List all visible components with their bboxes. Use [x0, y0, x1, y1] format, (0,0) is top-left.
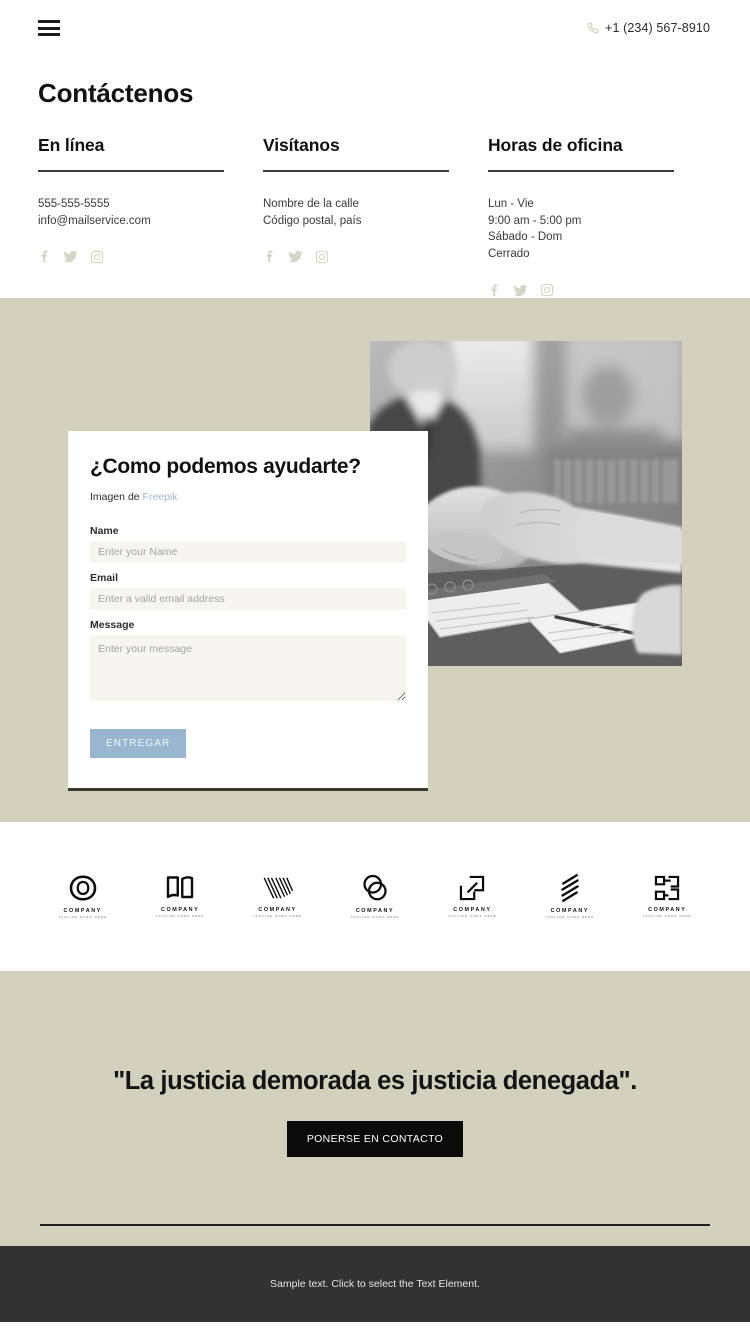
logo-company-name: COMPANY [160, 906, 200, 913]
contact-section: Contáctenos En línea 555-555-5555 info@m… [0, 56, 750, 298]
freepik-link[interactable]: Freepik [143, 491, 178, 503]
form-title: ¿Como podemos ayudarte? [90, 454, 361, 478]
logo-company-name: COMPANY [453, 906, 492, 913]
header-phone-number: +1 (234) 567-8910 [605, 21, 710, 35]
column-lines: Nombre de la calle Código postal, país [263, 196, 449, 229]
hamburger-line [38, 26, 60, 30]
field-message: Message [90, 619, 406, 706]
contact-line: Lun - Vie [488, 198, 534, 210]
contact-line: Nombre de la calle [263, 198, 359, 210]
striped-chevron-logo-icon [262, 874, 294, 902]
nested-squares-logo-icon [458, 874, 486, 902]
name-input[interactable] [90, 541, 406, 564]
contact-column-hours: Horas de oficina Lun - Vie 9:00 am - 5:0… [488, 135, 712, 298]
facebook-icon[interactable] [38, 249, 51, 264]
logo-tagline: TAGLINE GOES HERE [350, 915, 400, 920]
hamburger-line [38, 20, 60, 23]
twitter-icon[interactable] [513, 283, 528, 298]
page-root: +1 (234) 567-8910 Contáctenos En línea 5… [0, 0, 750, 1322]
facebook-icon[interactable] [263, 249, 276, 264]
email-label: Email [90, 572, 119, 585]
instagram-icon[interactable] [315, 250, 329, 264]
contact-form-card: ¿Como podemos ayudarte? Imagen de Freepi… [68, 430, 428, 792]
logo-company-name: COMPANY [355, 907, 395, 914]
contact-line: 555-555-5555 [38, 198, 110, 210]
contact-line: Cerrado [488, 248, 530, 261]
column-title: En línea [38, 135, 105, 155]
page-title: Contáctenos [38, 78, 194, 108]
title-underline [38, 170, 224, 172]
logo-item[interactable]: COMPANY TAGLINE GOES HERE [34, 873, 131, 920]
split-block-logo-icon [653, 874, 681, 902]
column-lines: Lun - Vie 9:00 am - 5:00 pm Sábado - Dom… [488, 196, 674, 263]
name-label: Name [90, 525, 119, 538]
field-email: Email [90, 572, 406, 611]
instagram-icon[interactable] [90, 250, 104, 264]
title-underline [263, 170, 449, 172]
contact-line: info@mailservice.com [38, 214, 151, 227]
logo-company-name: COMPANY [63, 907, 102, 914]
footer-sample-text[interactable]: Sample text. Click to select the Text El… [270, 1278, 480, 1290]
logo-company-name: COMPANY [648, 906, 687, 913]
contact-line: 9:00 am - 5:00 pm [488, 214, 582, 227]
contact-line: Código postal, país [263, 214, 362, 227]
column-title: Horas de oficina [488, 135, 623, 155]
get-in-touch-button[interactable]: PONERSE EN CONTACTO [286, 1120, 464, 1157]
logo-tagline: TAGLINE GOES HERE [253, 914, 302, 919]
logo-item[interactable]: COMPANY TAGLINE GOES HERE [424, 874, 521, 919]
submit-button[interactable]: ENTREGAR [90, 729, 187, 759]
logo-tagline: TAGLINE GOES HERE [155, 914, 205, 919]
logo-company-name: COMPANY [550, 907, 590, 914]
logo-tagline: TAGLINE GOES HERE [447, 914, 497, 919]
field-name: Name [90, 525, 406, 564]
contact-column-online: En línea 555-555-5555 info@mailservice.c… [38, 135, 262, 298]
logo-tagline: TAGLINE GOES HERE [545, 915, 595, 920]
logo-tagline: TAGLINE GOES HERE [642, 914, 692, 919]
twitter-icon[interactable] [63, 249, 78, 264]
message-textarea[interactable] [90, 635, 406, 702]
logo-item[interactable]: COMPANY TAGLINE GOES HERE [229, 874, 326, 919]
social-links [263, 249, 449, 264]
column-title: Visítanos [263, 135, 340, 155]
site-footer: Sample text. Click to select the Text El… [0, 1245, 750, 1322]
hamburger-menu-icon[interactable] [38, 20, 60, 36]
hamburger-line [38, 33, 60, 36]
logo-item[interactable]: COMPANY TAGLINE GOES HERE [619, 874, 716, 919]
attribution-prefix: Imagen de [90, 491, 140, 504]
social-links [488, 283, 674, 298]
client-logos-strip: COMPANY TAGLINE GOES HERE COMPANY TAGLIN… [0, 821, 750, 971]
social-links [38, 249, 224, 264]
message-label: Message [90, 619, 135, 632]
email-input[interactable] [90, 588, 406, 611]
instagram-icon[interactable] [540, 283, 554, 297]
section-divider [40, 1223, 710, 1226]
contact-line: Sábado - Dom [488, 231, 563, 244]
quote-section: "La justicia demorada es justicia denega… [0, 970, 750, 1246]
logo-item[interactable]: COMPANY TAGLINE GOES HERE [131, 874, 228, 919]
logo-tagline: TAGLINE GOES HERE [58, 915, 108, 920]
logo-item[interactable]: COMPANY TAGLINE GOES HERE [521, 873, 618, 920]
logo-item[interactable]: COMPANY TAGLINE GOES HERE [326, 873, 423, 920]
hero-section: ¿Como podemos ayudarte? Imagen de Freepi… [0, 297, 750, 822]
contact-columns: En línea 555-555-5555 info@mailservice.c… [38, 135, 712, 298]
header-phone-link[interactable]: +1 (234) 567-8910 [587, 21, 710, 35]
site-header: +1 (234) 567-8910 [0, 0, 750, 56]
phone-icon [587, 22, 599, 34]
image-attribution: Imagen de Freepik [90, 491, 406, 503]
overlapping-leaf-circle-logo-icon [68, 873, 98, 903]
facebook-icon[interactable] [488, 283, 501, 298]
column-lines: 555-555-5555 info@mailservice.com [38, 196, 224, 229]
twitter-icon[interactable] [288, 249, 303, 264]
quote-text: "La justicia demorada es justicia denega… [113, 1066, 637, 1095]
double-circle-logo-icon [360, 873, 390, 903]
contact-column-visit: Visítanos Nombre de la calle Código post… [263, 135, 487, 298]
quote-cta-wrapper: PONERSE EN CONTACTO [38, 1120, 712, 1157]
title-underline [488, 170, 674, 172]
logo-company-name: COMPANY [258, 906, 297, 913]
open-book-logo-icon [165, 874, 195, 902]
diagonal-stripes-logo-icon [557, 873, 583, 903]
